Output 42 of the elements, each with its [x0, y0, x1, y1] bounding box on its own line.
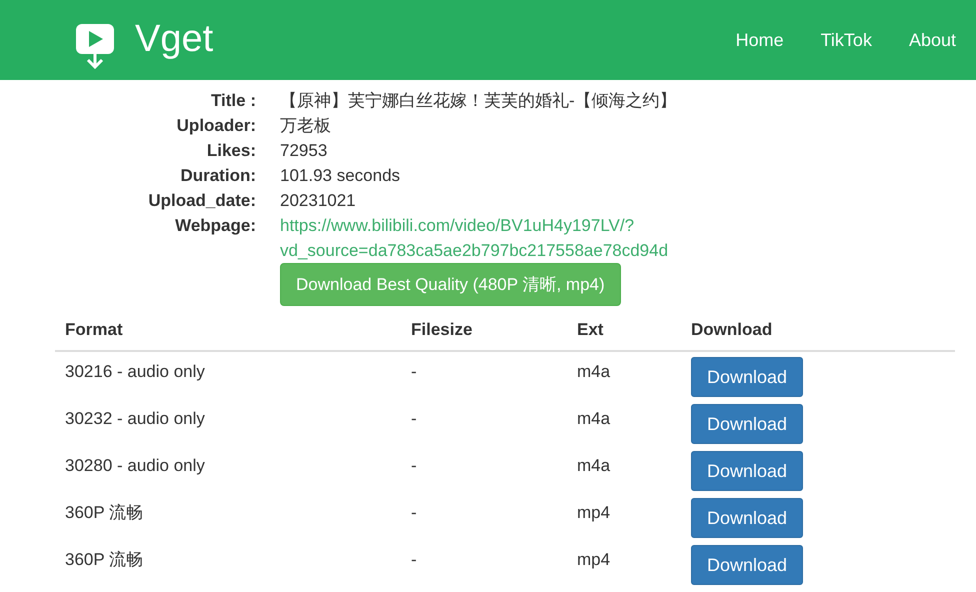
field-label: Uploader: — [176, 115, 256, 137]
table-cell-text: 360P 流畅 — [64, 549, 144, 571]
field-label: Likes: — [206, 140, 256, 162]
table-cell-text: - — [410, 408, 418, 430]
column-header: Filesize — [401, 310, 567, 351]
download-button[interactable]: Download — [691, 498, 804, 538]
field-label: Upload_date: — [147, 190, 256, 212]
table-cell-text: m4a — [576, 455, 612, 477]
download-button[interactable]: Download — [691, 357, 804, 397]
table-cell-text: 360P 流畅 — [64, 502, 144, 524]
table-cell-text: 30280 - audio only — [64, 455, 206, 477]
table-cell: m4a — [567, 351, 681, 399]
column-header: Ext — [567, 310, 681, 351]
table-cell: - — [401, 351, 567, 399]
site-logo-text[interactable]: Vget — [135, 18, 214, 60]
table-cell-text: - — [410, 502, 418, 524]
download-best-button[interactable]: Download Best Quality (480P 清晰, mp4) — [280, 263, 621, 306]
table-cell-text: - — [410, 455, 418, 477]
nav-link[interactable]: About — [908, 30, 956, 50]
field-value: 万老板 — [280, 115, 332, 137]
video-download-icon — [75, 22, 115, 70]
table-cell-text: mp4 — [576, 549, 612, 571]
download-button[interactable]: Download — [691, 451, 804, 491]
field-label: Duration: — [179, 165, 256, 187]
nav-link[interactable]: Home — [736, 30, 784, 50]
table-cell-text: 30232 - audio only — [64, 408, 206, 430]
field-value: 101.93 seconds — [280, 165, 402, 187]
field-value: 【原神】芙宁娜白丝花嫁！芙芙的婚礼-【倾海之约】 — [280, 90, 678, 112]
field-label: Webpage: — [174, 215, 256, 237]
column-header: Format — [55, 310, 401, 351]
download-button[interactable]: Download — [691, 545, 804, 585]
field-value: 20231021 — [280, 190, 357, 212]
field-label: Title : — [210, 90, 256, 112]
table-cell-text: mp4 — [576, 502, 612, 524]
field-value: 72953 — [280, 140, 328, 162]
nav-link[interactable]: TikTok — [820, 30, 872, 50]
table-cell: 30216 - audio only — [55, 351, 401, 399]
download-button[interactable]: Download — [691, 404, 804, 444]
table-cell-text: m4a — [576, 408, 612, 430]
webpage-link[interactable]: https://www.bilibili.com/video/BV1uH4y197LV/?vd_source=da783ca5ae2b797bc217558ae78cd94d — [280, 213, 690, 263]
table-cell-text: - — [410, 549, 418, 571]
column-header: Download — [681, 310, 955, 351]
